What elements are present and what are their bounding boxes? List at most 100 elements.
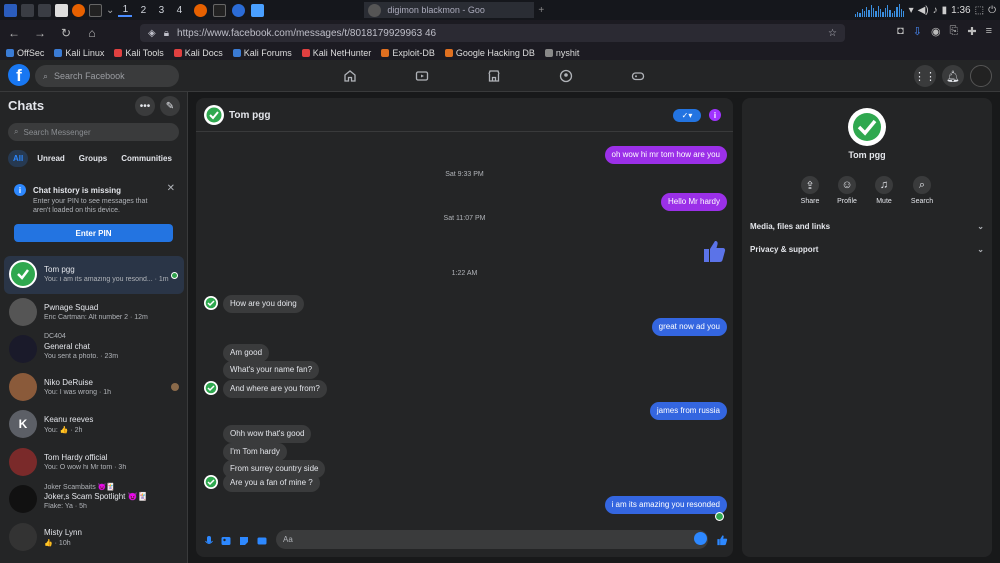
info-icon[interactable]: i [709, 109, 721, 121]
like-button-icon[interactable] [716, 534, 728, 546]
network-icon[interactable]: ▾ [909, 5, 914, 16]
contact-avatar-small[interactable] [204, 296, 218, 310]
download-icon[interactable]: ⇩ [913, 25, 922, 38]
forward-icon[interactable]: → [32, 26, 48, 40]
bookmark-item[interactable]: Kali Docs [173, 48, 223, 58]
chat-list-item[interactable]: Pwnage Squad Eric Cartman: Alt number 2 ·… [4, 294, 184, 332]
bookmark-item[interactable]: Exploit-DB [381, 48, 435, 58]
sync-icon[interactable]: ⎘ [950, 25, 959, 38]
groups-icon[interactable] [556, 66, 576, 86]
enter-pin-button[interactable]: Enter PIN [14, 224, 173, 242]
new-tab-button[interactable]: + [538, 5, 544, 16]
menu-grid-icon[interactable]: ⋮⋮ [914, 65, 936, 87]
new-message-icon[interactable]: ✎ [160, 96, 180, 116]
contact-avatar[interactable] [204, 105, 224, 125]
clock[interactable]: 1:36 [951, 5, 970, 16]
workspace-1[interactable]: 1 [118, 4, 133, 17]
bookmark-item[interactable]: Kali Forums [232, 48, 292, 58]
bookmark-item[interactable]: Google Hacking DB [444, 48, 535, 58]
contact-avatar-small[interactable] [204, 381, 218, 395]
url-text[interactable]: https://www.facebook.com/messages/t/8018… [177, 28, 820, 39]
contact-avatar-small[interactable] [204, 475, 218, 489]
search-icon[interactable]: ⌕ [913, 176, 931, 194]
filter-all[interactable]: All [8, 150, 29, 167]
desktop-icon[interactable] [21, 3, 34, 17]
bookmark-star-icon[interactable]: ☆ [828, 28, 837, 39]
bookmark-item[interactable]: Kali Linux [54, 48, 104, 58]
profile-action[interactable]: ☺ Profile [827, 176, 867, 205]
battery-icon[interactable]: ▮ [942, 5, 948, 16]
facebook-logo[interactable]: f [8, 64, 30, 86]
chat-list-item[interactable]: Misty Lynn 👍 · 10h [4, 519, 184, 557]
sticker-icon[interactable] [239, 536, 249, 546]
filter-communities[interactable]: Communities [116, 150, 177, 167]
chat-list-item[interactable]: DC404 General chat You sent a photo. · 23m [4, 331, 184, 369]
notification-bell-icon[interactable]: ♪ [933, 5, 938, 16]
account-icon[interactable]: ◉ [931, 25, 941, 38]
chevron-down-icon[interactable]: ⌄ [977, 245, 984, 254]
search-action[interactable]: ⌕ Search [902, 176, 942, 205]
bookmark-item[interactable]: nyshit [544, 48, 579, 58]
home-icon[interactable] [340, 66, 360, 86]
power-icon[interactable]: ⏻ [988, 5, 996, 16]
chevron-down-icon[interactable]: ⌄ [106, 5, 114, 16]
media-files-section[interactable]: Media, files and links ⌄ [750, 222, 984, 231]
close-icon[interactable]: ✕ [167, 183, 175, 194]
firefox-icon[interactable] [72, 3, 85, 17]
chat-list-item[interactable]: Tom Hardy official You: O wow hi Mr tom ·… [4, 444, 184, 482]
url-field[interactable]: ◈ 🔒︎ https://www.facebook.com/messages/t… [140, 24, 845, 42]
lock-icon[interactable]: 🔒︎ [164, 28, 169, 39]
chat-list-item[interactable]: Niko DeRuise You: I was wrong · 1h [4, 369, 184, 407]
taskbar-window-browser[interactable]: digimon blackmon - Goo [364, 2, 535, 18]
bookmark-item[interactable]: OffSec [6, 48, 44, 58]
home-icon[interactable]: ⌂ [84, 26, 100, 40]
more-options-icon[interactable]: ••• [135, 96, 155, 116]
marketplace-icon[interactable] [484, 66, 504, 86]
share-icon[interactable]: ⇪ [801, 176, 819, 194]
workspace-3[interactable]: 3 [154, 5, 168, 16]
share-action[interactable]: ⇪ Share [790, 176, 830, 205]
chevron-down-icon[interactable]: ⌄ [977, 222, 984, 231]
mute-action[interactable]: ♫ Mute [864, 176, 904, 205]
terminal-icon[interactable] [89, 3, 102, 17]
volume-icon[interactable]: ◀) [918, 5, 929, 16]
files-icon[interactable] [38, 3, 51, 17]
filter-groups[interactable]: Groups [74, 150, 112, 167]
notifications-icon[interactable]: 🔔︎ [942, 65, 964, 87]
chat-list-item[interactable]: Joker Scambaits 😈🃏 Joker,s Scam Spotlight… [4, 481, 184, 519]
bookmark-item[interactable]: Kali Tools [114, 48, 164, 58]
kali-menu-icon[interactable] [4, 3, 17, 17]
profile-icon[interactable]: ☺ [838, 176, 856, 194]
menu-icon[interactable]: ≡ [986, 25, 992, 38]
gif-icon[interactable] [257, 536, 267, 546]
account-avatar[interactable] [970, 65, 992, 87]
back-icon[interactable]: ← [6, 26, 22, 40]
emoji-icon[interactable] [694, 532, 707, 545]
microphone-icon[interactable] [204, 536, 214, 546]
messenger-search-input[interactable]: ⌕ Search Messenger [8, 123, 179, 141]
privacy-support-section[interactable]: Privacy & support ⌄ [750, 245, 984, 254]
contact-name[interactable]: Tom pgg [229, 110, 270, 121]
gaming-icon[interactable] [628, 66, 648, 86]
photo-icon[interactable] [221, 536, 231, 546]
filter-unread[interactable]: Unread [32, 150, 70, 167]
reload-icon[interactable]: ↻ [58, 26, 74, 40]
pocket-icon[interactable]: ◘ [897, 25, 904, 38]
chats-sidebar: Chats ••• ✎ ⌕ Search Messenger All Unrea… [0, 92, 188, 563]
facebook-search[interactable]: ⌕ Search Facebook [35, 65, 179, 87]
extensions-icon[interactable]: ✚ [967, 25, 976, 38]
watch-icon[interactable] [412, 66, 432, 86]
taskbar-window-firefox[interactable] [190, 2, 360, 18]
chat-list-item[interactable]: Tom pgg You: i am its amazing you resond.… [4, 256, 184, 294]
workspace-2[interactable]: 2 [136, 5, 150, 16]
workspace-4[interactable]: 4 [172, 5, 186, 16]
chat-list-item[interactable]: K Keanu reeves You: 👍 · 2h [4, 406, 184, 444]
shield-icon[interactable]: ◈ [148, 28, 156, 39]
bell-icon[interactable]: ♫ [875, 176, 893, 194]
lock-icon[interactable]: ⬚ [975, 5, 984, 16]
text-editor-icon[interactable] [55, 3, 68, 17]
message-input[interactable]: Aa [276, 530, 708, 549]
bookmark-item[interactable]: Kali NetHunter [301, 48, 371, 58]
verified-call-button[interactable]: ✓▾ [673, 109, 701, 122]
contact-profile-avatar[interactable] [848, 108, 886, 146]
